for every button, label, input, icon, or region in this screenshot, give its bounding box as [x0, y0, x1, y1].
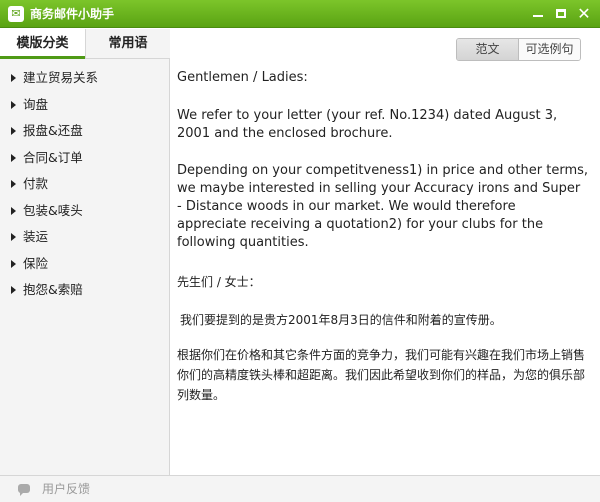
view-toggle: 范文 可选例句 — [456, 38, 581, 61]
status-bar: 用户反馈 — [0, 475, 600, 502]
expand-arrow-icon — [11, 233, 16, 241]
category-label: 合同&订单 — [23, 149, 83, 165]
expand-arrow-icon — [11, 206, 16, 215]
expand-arrow-icon — [11, 127, 16, 135]
category-item-shipment[interactable]: 装运 — [0, 224, 170, 251]
paragraph-zh-2: 根据你们在价格和其它条件方面的竞争力，我们可能有兴趣在我们市场上销售你们的高精度… — [177, 348, 586, 402]
category-item-inquiry[interactable]: 询盘 — [0, 92, 170, 119]
greeting-en: Gentlemen / Ladies: — [177, 70, 308, 85]
expand-arrow-icon — [11, 100, 16, 109]
content-pane: 范文 可选例句 Gentlemen / Ladies: We refer to … — [171, 29, 600, 475]
app-title: 商务邮件小助手 — [30, 7, 115, 21]
expand-arrow-icon — [11, 180, 16, 188]
category-item-payment[interactable]: 付款 — [0, 171, 170, 198]
category-item-packing-marks[interactable]: 包装&唛头 — [0, 198, 170, 225]
tab-common-phrases[interactable]: 常用语 — [85, 29, 170, 59]
category-item-complaint-claim[interactable]: 抱怨&索赔 — [0, 277, 170, 304]
feedback-link[interactable]: 用户反馈 — [42, 481, 90, 498]
sidebar: 模版分类 常用语 建立贸易关系 询盘 报盘&还盘 合同&订单 付款 包装&唛头 … — [0, 29, 170, 475]
paragraph-en-1: We refer to your letter (your ref. No.12… — [177, 108, 558, 141]
chat-bubble-icon[interactable] — [18, 484, 30, 496]
greeting-zh: 先生们 / 女士： — [177, 275, 261, 289]
category-label: 报盘&还盘 — [23, 123, 83, 138]
category-label: 询盘 — [23, 96, 49, 112]
mail-icon: ✉ — [8, 6, 24, 22]
category-label: 保险 — [23, 255, 49, 271]
expand-arrow-icon — [11, 74, 16, 82]
category-item-insurance[interactable]: 保险 — [0, 251, 170, 278]
sidebar-tabs: 模版分类 常用语 — [0, 29, 170, 59]
category-label: 装运 — [23, 229, 49, 244]
title-bar: ✉ 商务邮件小助手 ✕ — [0, 0, 600, 28]
toggle-sample-letter[interactable]: 范文 — [457, 39, 519, 60]
category-label: 抱怨&索赔 — [23, 282, 83, 297]
expand-arrow-icon — [11, 259, 16, 268]
category-item-offer-counteroffer[interactable]: 报盘&还盘 — [0, 118, 170, 145]
toggle-optional-sentences[interactable]: 可选例句 — [519, 39, 580, 60]
category-item-contract-order[interactable]: 合同&订单 — [0, 145, 170, 172]
close-icon[interactable]: ✕ — [574, 4, 594, 24]
paragraph-en-2: Depending on your competitveness1) in pr… — [177, 163, 589, 250]
category-label: 包装&唛头 — [23, 202, 83, 218]
expand-arrow-icon — [11, 153, 16, 162]
category-label: 付款 — [23, 176, 49, 191]
expand-arrow-icon — [11, 286, 16, 294]
category-item-trade-relations[interactable]: 建立贸易关系 — [0, 65, 170, 92]
category-list: 建立贸易关系 询盘 报盘&还盘 合同&订单 付款 包装&唛头 装运 保险 抱怨&… — [0, 65, 170, 304]
paragraph-zh-1: 我们要提到的是贵方2001年8月3日的信件和附着的宣传册。 — [180, 313, 502, 327]
minimize-icon[interactable] — [528, 4, 548, 24]
category-label: 建立贸易关系 — [23, 70, 99, 85]
tab-template-categories[interactable]: 模版分类 — [0, 29, 85, 59]
maximize-icon[interactable] — [551, 4, 571, 24]
